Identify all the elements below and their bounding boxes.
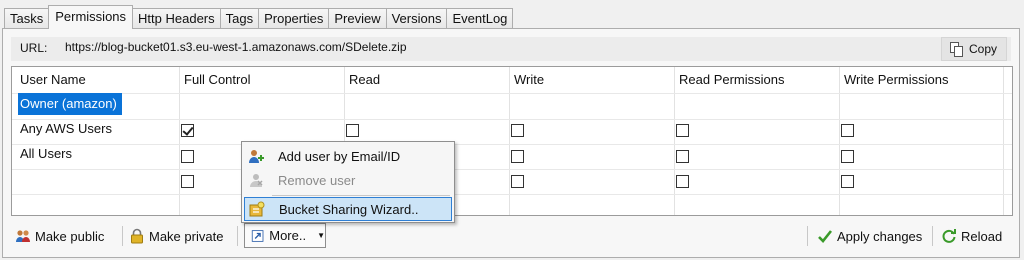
external-link-icon — [251, 229, 264, 242]
column-header-user-name[interactable]: User Name — [20, 72, 86, 87]
more-dropdown-button[interactable]: More.. ▼ — [244, 223, 326, 248]
checkbox-all-users-full-control[interactable] — [181, 175, 194, 188]
more-label: More.. — [269, 228, 307, 243]
chevron-down-icon: ▼ — [317, 231, 325, 240]
column-header-read[interactable]: Read — [349, 72, 380, 87]
tab-tags[interactable]: Tags — [219, 8, 260, 29]
make-public-label: Make public — [35, 228, 105, 244]
remove-user-icon — [250, 174, 263, 187]
wizard-icon — [249, 201, 265, 217]
checkbox-owner-read-permissions[interactable] — [676, 124, 689, 137]
user-cell-all-users[interactable]: All Users — [20, 146, 72, 161]
permissions-grid: User Name Full Control Read Write Read P… — [11, 66, 1013, 216]
make-private-button[interactable]: Make private — [129, 224, 223, 248]
make-public-button[interactable]: Make public — [15, 224, 104, 248]
add-user-icon — [249, 150, 264, 163]
checkbox-owner-full-control[interactable] — [181, 124, 194, 137]
checkbox-owner-write-permissions[interactable] — [841, 124, 854, 137]
make-private-label: Make private — [149, 228, 224, 244]
reload-label: Reload — [961, 228, 1003, 244]
tab-versions[interactable]: Versions — [385, 8, 448, 29]
menu-item-add-user[interactable]: Add user by Email/ID — [244, 144, 452, 168]
apply-changes-label: Apply changes — [837, 228, 923, 244]
url-value[interactable]: https://blog-bucket01.s3.eu-west-1.amazo… — [65, 40, 407, 54]
lock-icon — [131, 228, 143, 244]
copy-button-label: Copy — [969, 42, 998, 56]
tab-bar: Tasks Permissions Http Headers Tags Prop… — [4, 4, 514, 29]
menu-item-remove-user-label: Remove user — [278, 172, 356, 188]
apply-changes-button[interactable]: Apply changes — [817, 224, 922, 248]
checkbox-any-aws-read-permissions[interactable] — [676, 150, 689, 163]
checkmark-icon — [818, 230, 833, 243]
checkbox-any-aws-write-permissions[interactable] — [841, 150, 854, 163]
menu-item-bucket-sharing-wizard-label: Bucket Sharing Wizard.. — [279, 201, 419, 217]
menu-item-add-user-label: Add user by Email/ID — [278, 148, 401, 164]
menu-item-bucket-sharing-wizard[interactable]: Bucket Sharing Wizard.. — [244, 197, 452, 221]
tab-permissions[interactable]: Permissions — [48, 5, 134, 29]
reload-button[interactable]: Reload — [941, 224, 1002, 248]
column-header-write[interactable]: Write — [514, 72, 544, 87]
tab-tasks[interactable]: Tasks — [4, 8, 50, 29]
user-cell-owner[interactable]: Owner (amazon) — [18, 93, 122, 115]
copy-icon — [950, 41, 964, 57]
permissions-panel: URL: https://blog-bucket01.s3.eu-west-1.… — [2, 28, 1020, 258]
url-bar: URL: https://blog-bucket01.s3.eu-west-1.… — [11, 37, 1011, 61]
checkbox-owner-write[interactable] — [511, 124, 524, 137]
copy-button[interactable]: Copy — [941, 37, 1007, 61]
reload-icon — [942, 229, 956, 243]
tab-preview[interactable]: Preview — [328, 8, 387, 29]
user-cell-any-aws-users[interactable]: Any AWS Users — [20, 121, 112, 136]
checkbox-all-users-write-permissions[interactable] — [841, 175, 854, 188]
more-context-menu: Add user by Email/ID Remove user Bucket … — [241, 141, 455, 223]
users-icon — [16, 230, 30, 242]
tab-properties[interactable]: Properties — [258, 8, 330, 29]
menu-item-remove-user[interactable]: Remove user — [244, 168, 452, 192]
column-header-full-control[interactable]: Full Control — [184, 72, 250, 87]
tab-http-headers[interactable]: Http Headers — [132, 8, 221, 29]
menu-separator — [272, 195, 450, 196]
checkbox-all-users-write[interactable] — [511, 175, 524, 188]
url-label: URL: — [20, 41, 48, 55]
checkbox-any-aws-write[interactable] — [511, 150, 524, 163]
bottom-toolbar: Make public Make private More.. ▼ Apply … — [11, 222, 1013, 250]
column-header-read-permissions[interactable]: Read Permissions — [679, 72, 785, 87]
checkbox-any-aws-full-control[interactable] — [181, 150, 194, 163]
column-header-write-permissions[interactable]: Write Permissions — [844, 72, 949, 87]
tab-eventlog[interactable]: EventLog — [446, 8, 514, 29]
checkbox-all-users-read-permissions[interactable] — [676, 175, 689, 188]
checkbox-owner-read[interactable] — [346, 124, 359, 137]
